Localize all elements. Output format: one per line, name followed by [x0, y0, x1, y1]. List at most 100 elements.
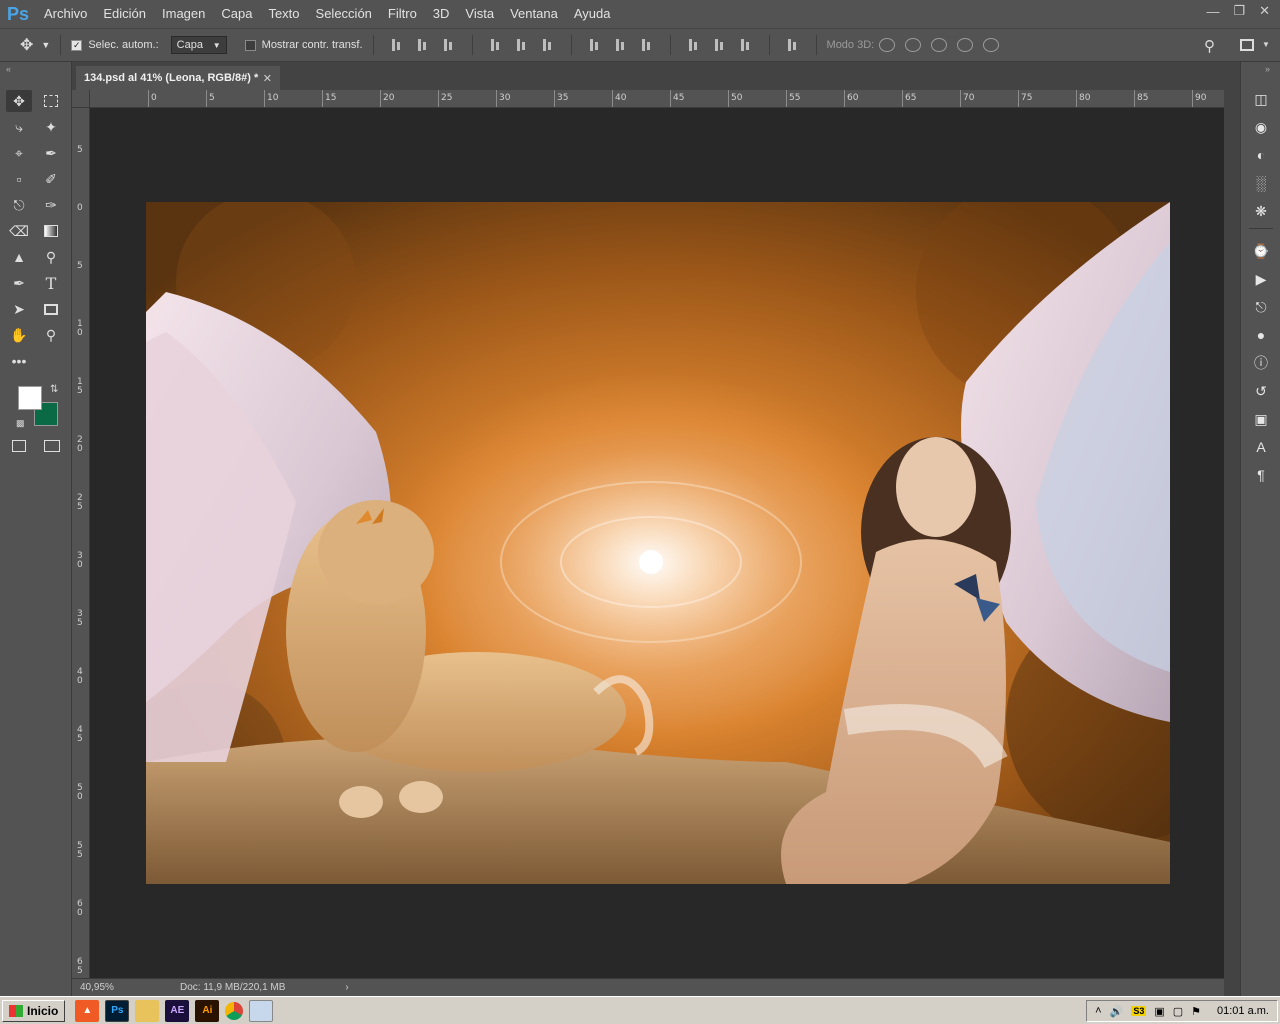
menu-imagen[interactable]: Imagen: [154, 0, 213, 28]
canvas-area[interactable]: [90, 108, 1224, 978]
align-vertical-center-icon[interactable]: [416, 38, 430, 52]
menu-ventana[interactable]: Ventana: [502, 0, 566, 28]
type-icon[interactable]: T: [38, 272, 64, 294]
distribute-right-icon[interactable]: [739, 38, 753, 52]
tray-badge[interactable]: S3: [1131, 1006, 1147, 1016]
vertical-scrollbar[interactable]: [1224, 90, 1240, 996]
eyedropper-icon[interactable]: ✒: [38, 142, 64, 164]
navigator-icon[interactable]: ❋: [1252, 202, 1270, 220]
illustrator-icon[interactable]: Ai: [195, 999, 220, 1022]
zoom-level[interactable]: 40,95%: [80, 982, 170, 993]
distribute-left-icon[interactable]: [687, 38, 701, 52]
horizontal-ruler[interactable]: 0 5 10 15 20 25 30 35 40 45 50 55 60 65 70 75 80 85 90: [90, 90, 1224, 108]
close-icon[interactable]: ✕: [1259, 3, 1270, 19]
vertical-ruler[interactable]: 5 0 5 10 15 20 25 30 35 40 45 50 55 60 65: [72, 108, 90, 978]
restore-icon[interactable]: ❐: [1233, 3, 1245, 19]
rectangle-shape-icon[interactable]: [38, 298, 64, 320]
ruler-origin[interactable]: [72, 90, 90, 108]
workspace-switcher-icon[interactable]: [1240, 39, 1254, 51]
actions-play-icon[interactable]: ▶: [1252, 270, 1270, 288]
clock[interactable]: 01:01 a.m.: [1217, 1005, 1269, 1017]
color-icon[interactable]: ●: [1252, 326, 1270, 344]
distribute-horizontal-center-icon[interactable]: [713, 38, 727, 52]
adjustments-icon[interactable]: ◐: [1252, 146, 1270, 164]
brush-icon[interactable]: ✐: [38, 168, 64, 190]
character-icon[interactable]: A: [1252, 438, 1270, 456]
show-transform-checkbox[interactable]: [244, 39, 256, 51]
info-icon[interactable]: ⓘ: [1252, 354, 1270, 372]
blur-icon[interactable]: ▲: [6, 246, 32, 268]
menu-filtro[interactable]: Filtro: [380, 0, 425, 28]
close-tab-icon[interactable]: ✕: [263, 72, 272, 85]
gradient-icon[interactable]: [38, 220, 64, 242]
explorer-icon[interactable]: [135, 999, 160, 1022]
healing-brush-icon[interactable]: ▫: [6, 168, 32, 190]
menu-capa[interactable]: Capa: [213, 0, 260, 28]
foreground-color-swatch[interactable]: [18, 386, 42, 410]
color-swatches[interactable]: ⇅ ▩: [16, 384, 62, 430]
search-icon[interactable]: ⚲: [1204, 37, 1215, 55]
minimize-icon[interactable]: —: [1206, 4, 1219, 19]
start-button[interactable]: Inicio: [2, 999, 66, 1022]
more-tools-icon[interactable]: •••: [6, 350, 32, 372]
chrome-icon[interactable]: [225, 1001, 244, 1020]
zoom-icon[interactable]: ⚲: [38, 324, 64, 346]
history-brush-icon[interactable]: ✑: [38, 194, 64, 216]
chevron-down-icon[interactable]: ▼: [1262, 40, 1270, 49]
screen-mode-icon[interactable]: [44, 440, 60, 452]
brave-icon[interactable]: ▲: [75, 999, 100, 1022]
chevron-right-icon[interactable]: ›: [345, 982, 348, 993]
menu-seleccion[interactable]: Selección: [308, 0, 380, 28]
auto-align-icon[interactable]: [786, 38, 800, 52]
monitor-icon[interactable]: ▢: [1173, 1005, 1183, 1018]
dodge-icon[interactable]: ⚲: [38, 246, 64, 268]
roll-3d-icon[interactable]: [905, 38, 922, 52]
orbit-3d-icon[interactable]: [879, 38, 896, 52]
histogram-icon[interactable]: ░: [1252, 174, 1270, 192]
pan-3d-icon[interactable]: [931, 38, 948, 52]
tray-expand-icon[interactable]: ˄: [1095, 1005, 1101, 1017]
auto-select-checkbox[interactable]: ✓: [71, 39, 83, 51]
photoshop-icon[interactable]: Ps: [105, 999, 130, 1022]
align-horizontal-center-icon[interactable]: [515, 38, 529, 52]
paragraph-icon[interactable]: ¶: [1252, 466, 1270, 484]
align-right-icon[interactable]: [541, 38, 555, 52]
menu-texto[interactable]: Texto: [260, 0, 307, 28]
menu-ayuda[interactable]: Ayuda: [566, 0, 619, 28]
menu-3d[interactable]: 3D: [425, 0, 458, 28]
swap-colors-icon[interactable]: ⇅: [50, 384, 58, 395]
expand-panels-icon[interactable]: »: [1265, 64, 1270, 74]
menu-edicion[interactable]: Edición: [95, 0, 154, 28]
align-top-icon[interactable]: [390, 38, 404, 52]
slide-3d-icon[interactable]: [957, 38, 974, 52]
distribute-vertical-center-icon[interactable]: [614, 38, 628, 52]
network-icon[interactable]: ▣: [1154, 1005, 1164, 1018]
hand-icon[interactable]: ✋: [6, 324, 32, 346]
default-colors-icon[interactable]: ▩: [16, 418, 25, 429]
move-tool-preset[interactable]: ✥ ▼: [20, 35, 50, 55]
volume-icon[interactable]: 🔊: [1110, 1005, 1124, 1018]
paint-icon[interactable]: [249, 999, 274, 1022]
flag-icon[interactable]: ⚑: [1191, 1005, 1201, 1018]
after-effects-icon[interactable]: AE: [165, 999, 190, 1022]
quick-mask-icon[interactable]: [12, 440, 26, 452]
menu-archivo[interactable]: Archivo: [36, 0, 95, 28]
collapse-panel-icon[interactable]: «: [6, 64, 11, 74]
distribute-top-icon[interactable]: [588, 38, 602, 52]
layers-icon[interactable]: ◫: [1252, 90, 1270, 108]
menu-vista[interactable]: Vista: [457, 0, 502, 28]
align-bottom-icon[interactable]: [442, 38, 456, 52]
channels-icon[interactable]: ◉: [1252, 118, 1270, 136]
move-tool-icon[interactable]: ✥: [6, 90, 32, 112]
lasso-icon[interactable]: ⤷: [6, 116, 32, 138]
clone-source-icon[interactable]: ⎋: [1252, 298, 1270, 316]
clone-stamp-icon[interactable]: ⎋: [6, 194, 32, 216]
auto-select-target-dropdown[interactable]: Capa ▼: [170, 36, 227, 54]
distribute-bottom-icon[interactable]: [640, 38, 654, 52]
eraser-icon[interactable]: ⌫: [6, 220, 32, 242]
pen-icon[interactable]: ✒: [6, 272, 32, 294]
show-transform-option[interactable]: Mostrar contr. transf.: [244, 39, 363, 51]
crop-icon[interactable]: ⌖: [6, 142, 32, 164]
artwork-image[interactable]: [146, 202, 1170, 884]
history-icon[interactable]: ↺: [1252, 382, 1270, 400]
